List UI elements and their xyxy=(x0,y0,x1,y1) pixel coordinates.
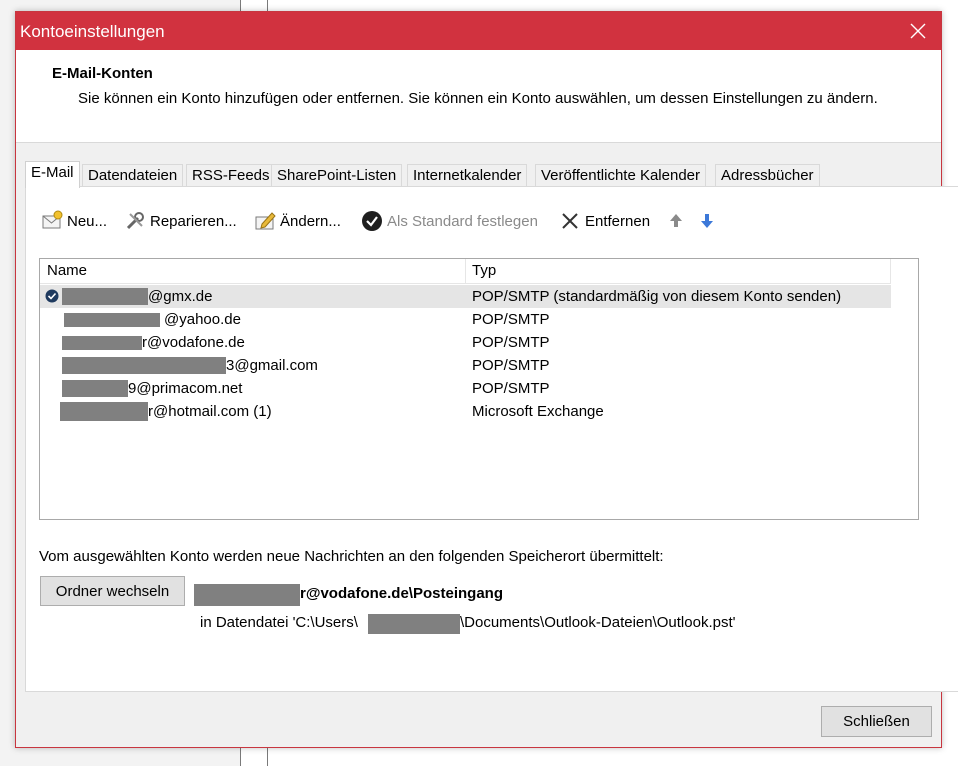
section-description: Sie können ein Konto hinzufügen oder ent… xyxy=(78,90,878,107)
close-window-button[interactable] xyxy=(895,12,941,50)
account-name: r@hotmail.com (1) xyxy=(148,403,272,420)
tab-email[interactable]: E-Mail xyxy=(25,161,80,188)
redaction-bar xyxy=(60,402,148,421)
account-list[interactable]: Name Typ @gmx.de POP/SMTP (standardmäßig… xyxy=(39,258,919,520)
edit-account-icon xyxy=(254,210,276,232)
list-item[interactable]: 3@gmail.com POP/SMTP xyxy=(40,354,891,377)
change-folder-button[interactable]: Ordner wechseln xyxy=(40,576,185,606)
tab-internet-calendars[interactable]: Internetkalender xyxy=(407,164,528,186)
default-account-icon xyxy=(45,289,59,303)
set-default-button[interactable]: Als Standard festlegen xyxy=(361,209,538,233)
section-heading: E-Mail-Konten xyxy=(52,65,153,82)
data-file-path-prefix: in Datendatei 'C:\Users\ xyxy=(200,614,358,631)
tools-icon xyxy=(124,210,146,232)
redaction-bar xyxy=(62,336,142,350)
list-item[interactable]: r@hotmail.com (1) Microsoft Exchange xyxy=(40,400,891,423)
account-name: r@vodafone.de xyxy=(142,334,245,351)
close-icon xyxy=(910,23,926,39)
list-item[interactable]: @yahoo.de POP/SMTP xyxy=(40,308,891,331)
redaction-bar xyxy=(368,614,460,634)
set-default-label: Als Standard festlegen xyxy=(387,212,538,230)
delivery-info-text: Vom ausgewählten Konto werden neue Nachr… xyxy=(39,548,664,565)
repair-button[interactable]: Reparieren... xyxy=(124,209,237,233)
move-down-button[interactable] xyxy=(696,209,722,233)
account-name: 9@primacom.net xyxy=(128,380,243,397)
remove-x-icon xyxy=(559,210,581,232)
delivery-location: r@vodafone.de\Posteingang xyxy=(300,585,503,602)
toolbar: Neu... Reparieren... Ändern... Als Stand… xyxy=(26,187,958,247)
redaction-bar xyxy=(62,357,226,374)
tab-address-books[interactable]: Adressbücher xyxy=(715,164,820,186)
repair-label: Reparieren... xyxy=(150,212,237,230)
redaction-bar xyxy=(194,584,300,606)
new-account-label: Neu... xyxy=(67,212,108,230)
redaction-bar xyxy=(62,380,128,397)
change-button[interactable]: Ändern... xyxy=(254,209,341,233)
dialog-header: E-Mail-Konten Sie können ein Konto hinzu… xyxy=(16,50,941,143)
account-name: @gmx.de xyxy=(148,288,213,305)
data-file-path-suffix: \Documents\Outlook-Dateien\Outlook.pst' xyxy=(460,614,736,631)
account-settings-dialog: Kontoeinstellungen E-Mail-Konten Sie kön… xyxy=(15,11,958,748)
tab-sharepoint-lists[interactable]: SharePoint-Listen xyxy=(271,164,403,186)
new-mail-icon xyxy=(41,210,63,232)
change-label: Ändern... xyxy=(280,212,341,230)
column-header-type[interactable]: Typ xyxy=(472,262,496,279)
list-item[interactable]: r@vodafone.de POP/SMTP xyxy=(40,331,891,354)
redaction-bar xyxy=(62,288,148,305)
column-separator xyxy=(465,259,466,283)
title-bar: Kontoeinstellungen xyxy=(16,12,941,50)
email-tab-panel: Neu... Reparieren... Ändern... Als Stand… xyxy=(25,186,958,692)
column-header-name[interactable]: Name xyxy=(47,262,87,279)
column-separator xyxy=(890,259,891,283)
account-type: POP/SMTP xyxy=(472,380,550,397)
remove-label: Entfernen xyxy=(585,212,651,230)
redaction-bar xyxy=(64,313,160,327)
tab-data-files[interactable]: Datendateien xyxy=(82,164,184,186)
list-item[interactable]: @gmx.de POP/SMTP (standardmäßig von dies… xyxy=(40,285,891,308)
account-type: Microsoft Exchange xyxy=(472,403,604,420)
account-name: @yahoo.de xyxy=(164,311,241,328)
tab-rss-feeds[interactable]: RSS-Feeds xyxy=(186,164,276,186)
checkmark-circle-icon xyxy=(361,210,383,232)
move-up-button[interactable] xyxy=(665,209,691,233)
tab-published-calendars[interactable]: Veröffentlichte Kalender xyxy=(535,164,707,186)
list-header: Name Typ xyxy=(40,259,891,284)
account-type: POP/SMTP xyxy=(472,311,550,328)
arrow-down-icon xyxy=(696,210,718,232)
new-account-button[interactable]: Neu... xyxy=(41,209,107,233)
account-type: POP/SMTP (standardmäßig von diesem Konto… xyxy=(472,288,842,305)
arrow-up-icon xyxy=(665,210,687,232)
account-name: 3@gmail.com xyxy=(226,357,318,374)
account-type: POP/SMTP xyxy=(472,334,550,351)
account-type: POP/SMTP xyxy=(472,357,550,374)
list-item[interactable]: 9@primacom.net POP/SMTP xyxy=(40,377,891,400)
dialog-title: Kontoeinstellungen xyxy=(20,22,165,41)
close-button[interactable]: Schließen xyxy=(821,706,932,737)
remove-button[interactable]: Entfernen xyxy=(559,209,650,233)
